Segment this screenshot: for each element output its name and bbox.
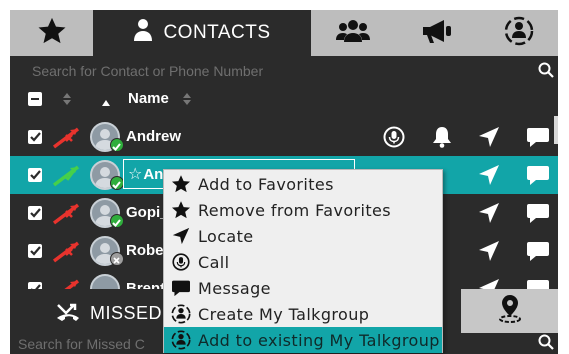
group-icon [336,18,370,49]
menu-item-locate[interactable]: Locate [164,223,442,249]
presence-badge [110,214,124,228]
locate-icon[interactable] [478,240,500,266]
menu-item-remove-favorites[interactable]: Remove from Favorites [164,197,442,223]
contacts-table-header: Name [10,86,558,112]
contact-name: Robe [126,242,164,259]
megaphone-icon [421,18,453,49]
tab-missed[interactable]: MISSED [56,301,162,326]
chat-icon[interactable] [526,278,550,289]
star-icon [170,174,192,194]
menu-item-message[interactable]: Message [164,275,442,301]
bell-icon[interactable] [432,126,452,152]
favorite-star-icon: ☆ [128,166,143,183]
offline-status-icon [52,277,84,289]
contact-name: Andrew [126,128,182,145]
sort-ascending-icon [101,94,111,111]
select-all-checkbox[interactable] [28,92,42,106]
tab-broadcast[interactable] [395,10,479,56]
menu-item-add-favorites[interactable]: Add to Favorites [164,171,442,197]
contact-name: Brent [126,280,166,289]
presence-offline-badge [110,252,124,266]
locate-icon[interactable] [478,164,500,190]
chat-icon[interactable] [526,126,550,152]
online-status-icon [52,163,84,191]
locate-icon[interactable] [478,126,500,152]
tab-talkgroups[interactable] [479,10,558,56]
scrollbar[interactable] [554,116,558,144]
menu-item-add-to-existing-talkgroup[interactable]: Add to existing My Talkgroup [164,327,442,353]
row-checkbox[interactable] [28,206,42,220]
chat-icon[interactable] [526,164,550,190]
talkgroup-icon [170,330,192,350]
locate-icon[interactable] [478,202,500,228]
tab-contacts-label: CONTACTS [163,22,271,43]
search-icon[interactable] [538,62,554,83]
location-arrow-icon [170,226,192,246]
presence-badge [110,176,124,190]
chat-icon[interactable] [526,240,550,266]
chat-icon[interactable] [526,202,550,228]
row-checkbox[interactable] [28,244,42,258]
menu-item-call[interactable]: Call [164,249,442,275]
menu-item-label: Call [198,252,230,272]
tab-contacts[interactable]: CONTACTS [93,10,311,56]
menu-item-create-talkgroup[interactable]: Create My Talkgroup [164,301,442,327]
contact-search-input[interactable] [10,56,558,86]
search-icon[interactable] [538,334,554,354]
chat-icon [170,278,192,298]
offline-status-icon [52,125,84,153]
presence-badge [110,138,124,152]
offline-status-icon [52,201,84,229]
missed-call-icon [56,301,80,326]
menu-item-label: Remove from Favorites [198,200,392,220]
row-checkbox[interactable] [28,130,42,144]
menu-item-label: Locate [198,226,254,246]
offline-status-icon [52,239,84,267]
contact-context-menu: Add to Favorites Remove from Favorites L… [163,169,443,353]
mic-icon[interactable] [383,126,405,152]
row-checkbox[interactable] [28,168,42,182]
locate-icon[interactable] [478,278,500,289]
menu-item-label: Add to Favorites [198,174,334,194]
contact-row[interactable]: Andrew [10,118,558,156]
tab-groups[interactable] [311,10,395,56]
talkgroup-icon [170,304,192,324]
contact-search [10,56,558,86]
row-actions [378,118,558,156]
menu-item-label: Add to existing My Talkgroup [198,330,440,350]
talkgroup-icon [504,16,534,51]
name-column-header[interactable]: Name [128,90,169,107]
star-icon [170,200,192,220]
person-icon [133,18,153,48]
avatar [90,274,120,289]
name-sort-icon[interactable] [182,92,192,110]
map-pin-icon [497,294,523,329]
tab-missed-label: MISSED [90,303,163,323]
row-checkbox[interactable] [28,282,42,289]
tab-map[interactable] [461,289,558,333]
mic-icon [170,252,192,272]
menu-item-label: Message [198,278,271,298]
star-icon [37,16,67,51]
menu-item-label: Create My Talkgroup [198,304,370,324]
tab-favorites[interactable] [10,10,93,56]
top-tab-bar: CONTACTS [10,10,558,56]
sort-arrows-icon[interactable] [62,92,72,110]
